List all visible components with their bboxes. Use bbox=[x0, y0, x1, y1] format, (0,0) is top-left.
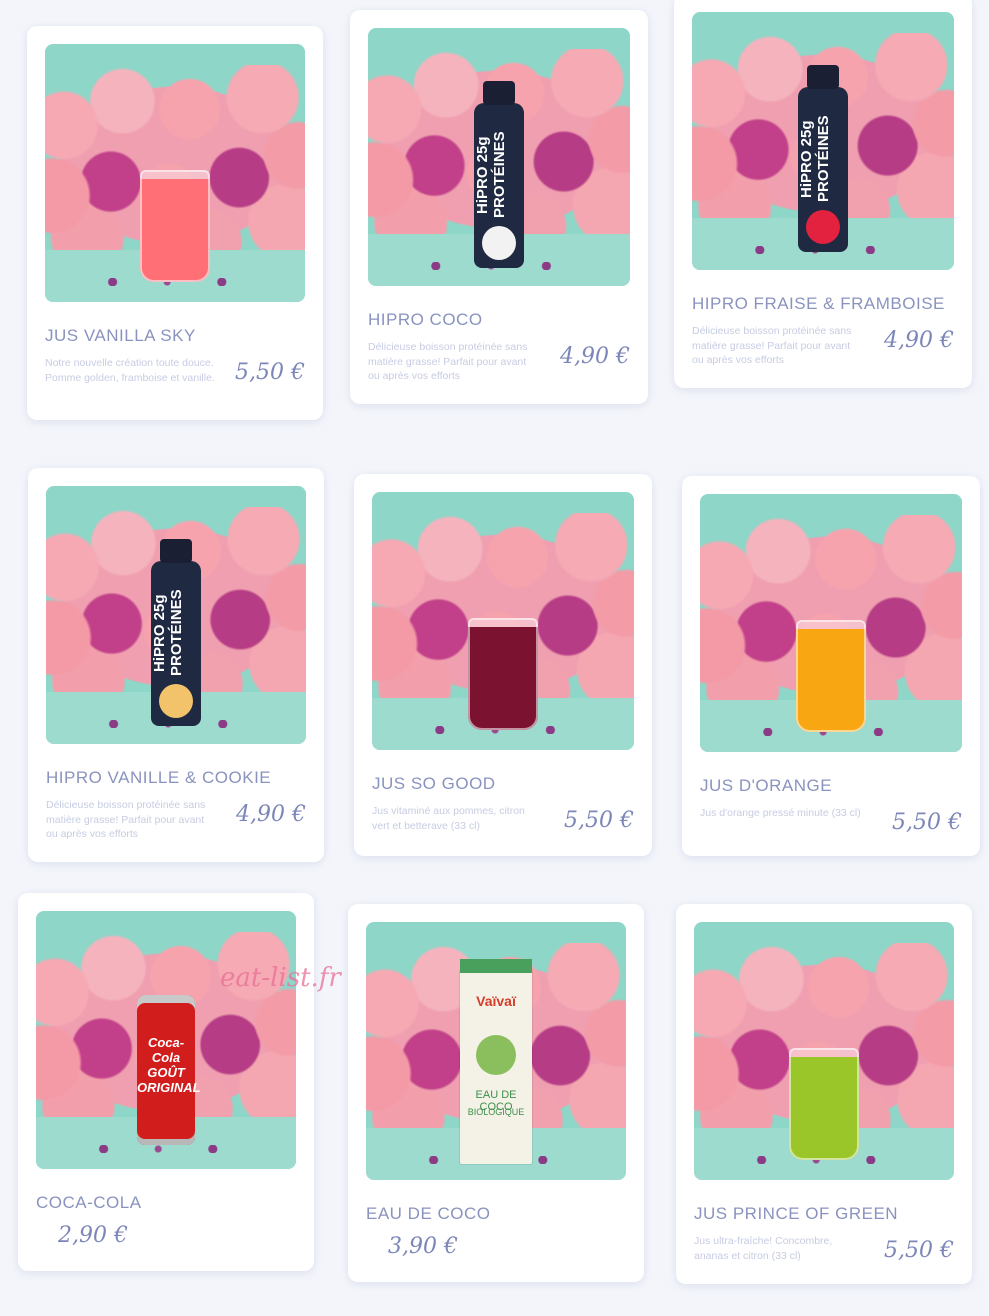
product-name: HIPRO FRAISE & FRAMBOISE bbox=[692, 294, 945, 313]
product-description: Jus vitaminé aux pommes, citron vert et … bbox=[372, 805, 525, 832]
product-photo bbox=[372, 492, 634, 750]
juice-glass bbox=[789, 1048, 859, 1160]
product-photo: HiPRO 25g PROTÉINES bbox=[692, 12, 954, 270]
product-name: HIPRO COCO bbox=[368, 310, 483, 329]
product-photo: HiPRO 25g PROTÉINES bbox=[368, 28, 630, 286]
product-price: 5,50 € bbox=[564, 808, 634, 833]
product-name: HIPRO VANILLE & COOKIE bbox=[46, 768, 272, 787]
juice-glass bbox=[468, 618, 538, 730]
product-card-so-good[interactable]: JUS SO GOOD Jus vitaminé aux pommes, cit… bbox=[354, 474, 652, 856]
product-photo bbox=[700, 494, 962, 752]
product-price: 3,90 € bbox=[388, 1234, 458, 1259]
product-photo: Coca-Cola GOÛT ORIGINAL bbox=[36, 911, 296, 1169]
product-price: 4,90 € bbox=[236, 802, 306, 827]
product-photo: HiPRO 25g PROTÉINES bbox=[46, 486, 306, 744]
product-price: 5,50 € bbox=[884, 1238, 954, 1263]
protein-bottle: HiPRO 25g PROTÉINES bbox=[151, 539, 201, 726]
product-description: Délicieuse boisson protéinée sans matièr… bbox=[692, 325, 852, 366]
product-name: EAU DE COCO bbox=[366, 1204, 491, 1223]
product-description: Délicieuse boisson protéinée sans matièr… bbox=[368, 341, 528, 382]
product-card-orange[interactable]: JUS D'ORANGE Jus d'orange pressé minute … bbox=[682, 476, 980, 856]
product-card-hipro-fraise[interactable]: HiPRO 25g PROTÉINES HIPRO FRAISE & FRAMB… bbox=[674, 0, 972, 388]
watermark: eat-list.fr bbox=[220, 963, 341, 993]
product-card-hipro-coco[interactable]: HiPRO 25g PROTÉINES HIPRO COCO Délicieus… bbox=[350, 10, 648, 404]
product-price: 4,90 € bbox=[884, 328, 954, 353]
product-card-eau-de-coco[interactable]: Vaïvaï EAU DE COCO BIOLOGIQUE EAU DE COC… bbox=[348, 904, 644, 1282]
juice-glass bbox=[796, 620, 866, 732]
product-card-vanilla-sky[interactable]: JUS VANILLA SKY Notre nouvelle création … bbox=[27, 26, 323, 420]
product-name: JUS SO GOOD bbox=[372, 774, 496, 793]
product-price: 4,90 € bbox=[560, 344, 630, 369]
product-photo bbox=[694, 922, 954, 1180]
product-price: 2,90 € bbox=[58, 1223, 128, 1248]
product-photo: Vaïvaï EAU DE COCO BIOLOGIQUE bbox=[366, 922, 626, 1180]
product-name: JUS VANILLA SKY bbox=[45, 326, 196, 345]
product-card-coca-cola[interactable]: Coca-Cola GOÛT ORIGINAL COCA-COLA 2,90 € bbox=[18, 893, 314, 1271]
product-name: JUS D'ORANGE bbox=[700, 776, 833, 795]
product-card-prince-of-green[interactable]: JUS PRINCE OF GREEN Jus ultra-fraîche! C… bbox=[676, 904, 972, 1284]
product-description: Délicieuse boisson protéinée sans matièr… bbox=[46, 799, 206, 840]
product-description: Jus ultra-fraîche! Concombre, ananas et … bbox=[694, 1235, 833, 1262]
product-name: JUS PRINCE OF GREEN bbox=[694, 1204, 899, 1223]
product-photo bbox=[45, 44, 305, 302]
product-price: 5,50 € bbox=[235, 360, 305, 385]
product-card-hipro-vanille[interactable]: HiPRO 25g PROTÉINES HIPRO VANILLE & COOK… bbox=[28, 468, 324, 862]
product-description: Jus d'orange pressé minute (33 cl) bbox=[700, 807, 861, 819]
product-name: COCA-COLA bbox=[36, 1193, 142, 1212]
protein-bottle: HiPRO 25g PROTÉINES bbox=[798, 65, 848, 252]
product-description: Notre nouvelle création toute douce. Pom… bbox=[45, 357, 215, 384]
soda-can: Coca-Cola GOÛT ORIGINAL bbox=[137, 995, 201, 1145]
protein-bottle: HiPRO 25g PROTÉINES bbox=[474, 81, 524, 268]
coconut-water-carton: Vaïvaï EAU DE COCO BIOLOGIQUE bbox=[460, 959, 532, 1164]
product-price: 5,50 € bbox=[892, 810, 962, 835]
juice-glass bbox=[140, 170, 210, 282]
